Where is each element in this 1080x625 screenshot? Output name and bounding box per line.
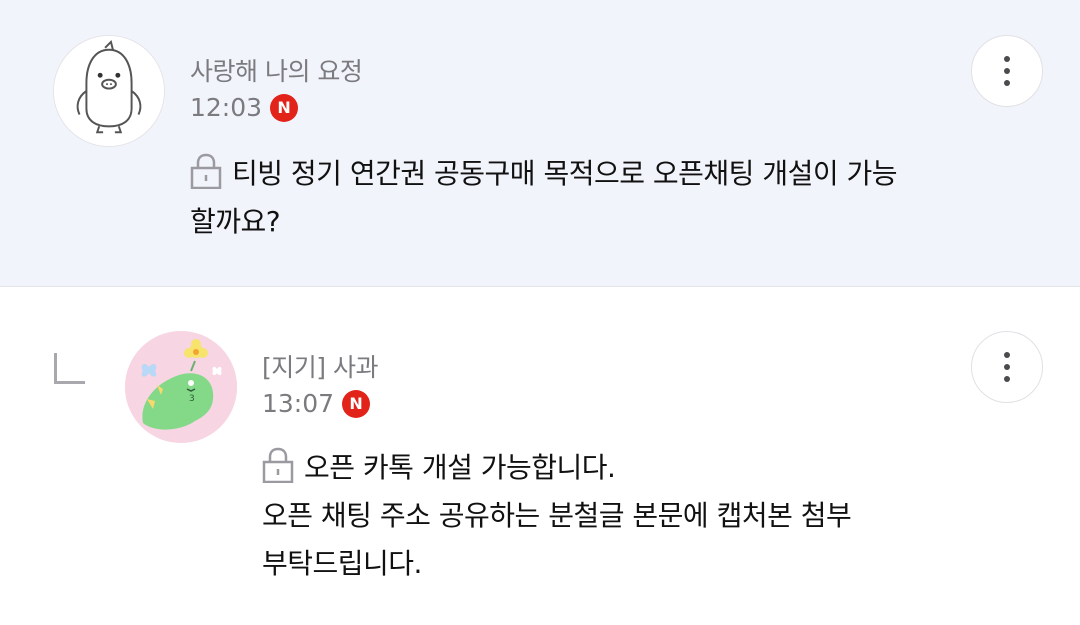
comment-text-line-1: 티빙 정기 연간권 공동구매 목적으로 오픈채팅 개설이 가능: [190, 150, 898, 198]
avatar[interactable]: 3: [125, 331, 237, 443]
comment-text-line-2: 할까요?: [190, 205, 281, 238]
comment-text-line-1-content: 티빙 정기 연간권 공동구매 목적으로 오픈채팅 개설이 가능: [232, 157, 898, 190]
more-vertical-icon: [1004, 68, 1010, 74]
avatar[interactable]: [53, 35, 165, 147]
new-badge: N: [342, 389, 371, 418]
more-options-button[interactable]: [971, 331, 1043, 403]
comment-time: 12:03: [190, 93, 263, 122]
more-vertical-icon: [1004, 364, 1010, 370]
svg-text:3: 3: [189, 394, 195, 404]
comment-item: 사랑해 나의 요정 12:03 N 티빙 정기 연간권 공동구매 목적으로 오픈…: [0, 0, 1080, 287]
author-nickname[interactable]: [지기] 사과: [262, 348, 378, 384]
comment-time: 13:07: [262, 389, 335, 418]
more-vertical-icon: [1004, 80, 1010, 86]
reply-indicator-icon: [54, 353, 85, 384]
more-vertical-icon: [1004, 56, 1010, 62]
comment-text: 티빙 정기 연간권 공동구매 목적으로 오픈채팅 개설이 가능 할까요?: [190, 150, 898, 246]
author-nickname[interactable]: 사랑해 나의 요정: [190, 52, 363, 88]
comment-text-line-3: 부탁드립니다.: [262, 547, 422, 580]
more-vertical-icon: [1004, 352, 1010, 358]
comment-meta: 13:07 N: [262, 389, 371, 418]
dinosaur-avatar-icon: 3: [125, 331, 237, 443]
penguin-avatar-icon: [54, 36, 164, 146]
new-badge: N: [270, 93, 299, 122]
more-options-button[interactable]: [971, 35, 1043, 107]
reply-comment-item: 3 [지기] 사과 13:07 N 오픈 카톡 개설 가능합니다. 오픈 채팅 …: [0, 288, 1080, 625]
comment-text-line-2: 오픈 채팅 주소 공유하는 분철글 본문에 캡처본 첨부: [262, 499, 852, 532]
comment-text-line-1-content: 오픈 카톡 개설 가능합니다.: [304, 451, 616, 484]
comment-meta: 12:03 N: [190, 93, 299, 122]
comment-text-line-1: 오픈 카톡 개설 가능합니다.: [262, 444, 851, 492]
comment-text: 오픈 카톡 개설 가능합니다. 오픈 채팅 주소 공유하는 분철글 본문에 캡처…: [262, 444, 852, 588]
lock-icon: [262, 447, 294, 483]
lock-icon: [190, 153, 222, 189]
more-vertical-icon: [1004, 376, 1010, 382]
